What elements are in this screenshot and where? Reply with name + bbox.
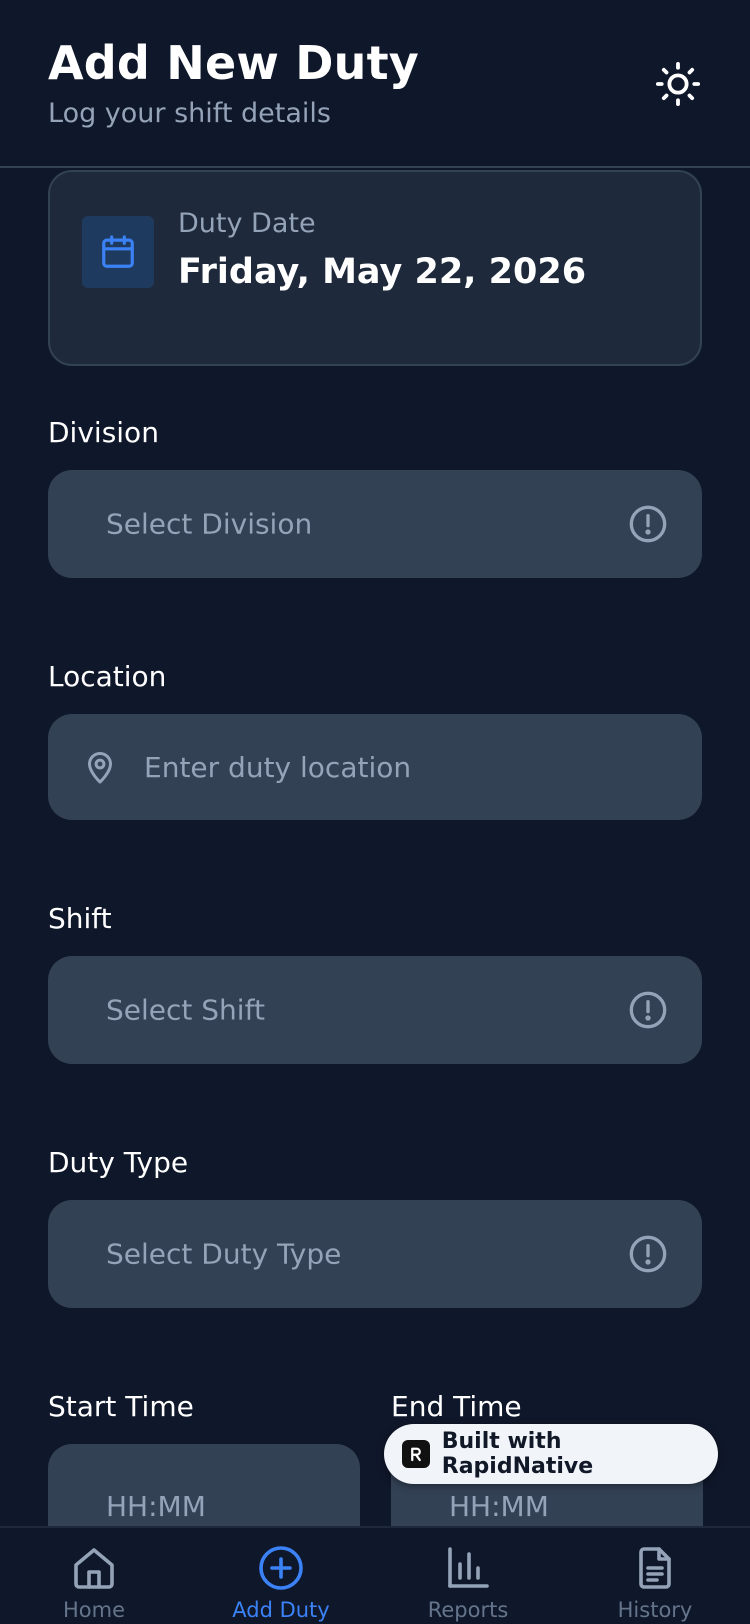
division-label: Division: [48, 416, 159, 449]
shift-placeholder: Select Shift: [106, 993, 265, 1027]
location-input[interactable]: [144, 714, 664, 820]
nav-label-add-duty: Add Duty: [232, 1598, 330, 1622]
header: Add New Duty Log your shift details: [0, 0, 750, 168]
page-subtitle: Log your shift details: [48, 98, 331, 129]
nav-label-history: History: [617, 1598, 693, 1622]
duty-date-value: Friday, May 22, 2026: [178, 252, 587, 292]
page-title: Add New Duty: [48, 36, 419, 90]
sun-icon: [655, 61, 701, 107]
shift-label: Shift: [48, 902, 112, 935]
rapidnative-logo-icon: [402, 1440, 430, 1468]
start-time-label: Start Time: [48, 1390, 194, 1423]
division-placeholder: Select Division: [106, 507, 313, 541]
document-icon: [639, 1547, 671, 1589]
map-pin-icon: [88, 752, 112, 784]
plus-circle-icon: [259, 1546, 303, 1590]
duty-type-label: Duty Type: [48, 1146, 189, 1179]
duty-type-select[interactable]: Select Duty Type: [48, 1200, 702, 1308]
theme-toggle-button[interactable]: [650, 56, 706, 112]
location-label: Location: [48, 660, 167, 693]
nav-item-add-duty[interactable]: Add Duty: [206, 1528, 356, 1624]
built-with-badge[interactable]: Built with RapidNative: [384, 1424, 718, 1484]
division-select[interactable]: Select Division: [48, 470, 702, 578]
calendar-icon: [102, 235, 134, 268]
duty-date-label: Duty Date: [178, 208, 316, 239]
app-screen: Add New Duty Log your shift details Duty…: [0, 0, 750, 1624]
nav-label-reports: Reports: [427, 1598, 509, 1622]
home-icon: [74, 1548, 114, 1589]
bar-chart-icon: [448, 1547, 489, 1588]
shift-select[interactable]: Select Shift: [48, 956, 702, 1064]
nav-label-home: Home: [62, 1598, 125, 1622]
start-time-input[interactable]: [106, 1484, 336, 1528]
duty-date-card[interactable]: Duty Date Friday, May 22, 2026: [48, 170, 702, 366]
alert-circle-icon: [629, 1235, 667, 1273]
built-with-text: Built with RapidNative: [441, 1429, 594, 1479]
end-time-label: End Time: [391, 1390, 522, 1423]
nav-item-home[interactable]: Home: [19, 1528, 169, 1624]
nav-item-reports[interactable]: Reports: [393, 1528, 543, 1624]
date-icon-box: [82, 216, 154, 288]
nav-item-history[interactable]: History: [580, 1528, 730, 1624]
alert-circle-icon: [629, 991, 667, 1029]
alert-circle-icon: [629, 505, 667, 543]
location-field[interactable]: [48, 714, 702, 820]
bottom-nav: Home Add Duty Reports History: [0, 1526, 750, 1624]
end-time-input[interactable]: [449, 1484, 679, 1528]
duty-type-placeholder: Select Duty Type: [106, 1237, 342, 1271]
